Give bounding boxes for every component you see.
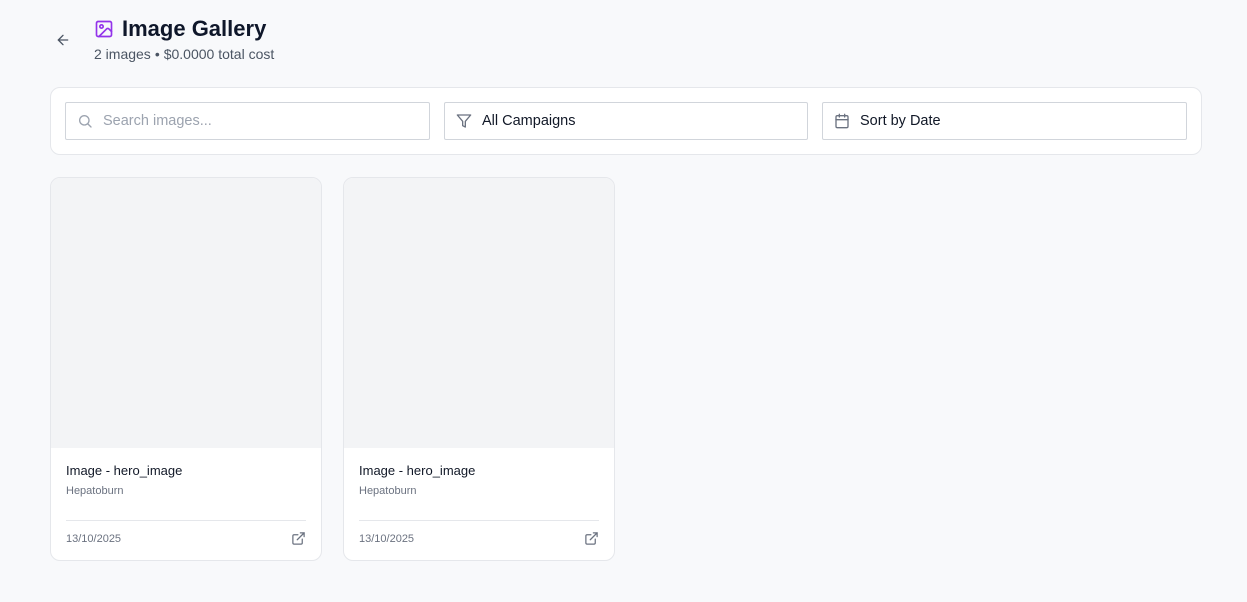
page-title: Image Gallery [122, 16, 267, 41]
image-count: 2 images [94, 46, 151, 62]
filter-icon [456, 113, 472, 129]
image-icon [94, 19, 114, 39]
card-campaign: Hepatoburn [359, 485, 417, 497]
filter-bar: All Campaigns Sort by Date [50, 87, 1202, 155]
card-divider [66, 520, 306, 521]
card-title: Image - hero_image [66, 463, 183, 478]
page-header: Image Gallery [94, 16, 266, 42]
card-campaign: Hepatoburn [66, 485, 124, 497]
image-gallery-page: Image Gallery 2 images • $0.0000 total c… [0, 0, 1247, 602]
search-input[interactable] [103, 113, 403, 129]
arrow-left-icon [57, 34, 69, 46]
card-title: Image - hero_image [359, 463, 476, 478]
sort-select-value: Sort by Date [860, 113, 941, 129]
image-thumbnail[interactable] [344, 178, 614, 448]
external-link-icon[interactable] [291, 531, 307, 547]
total-cost: $0.0000 total cost [163, 46, 275, 62]
campaign-select[interactable]: All Campaigns [444, 102, 808, 140]
search-icon [77, 113, 93, 129]
card-date: 13/10/2025 [359, 533, 415, 545]
image-card[interactable]: Image - hero_image Hepatoburn 13/10/2025 [343, 177, 615, 561]
sort-select[interactable]: Sort by Date [822, 102, 1187, 140]
summary-separator: • [154, 46, 160, 62]
campaign-select-value: All Campaigns [482, 113, 576, 129]
card-divider [359, 520, 599, 521]
search-field[interactable] [65, 102, 430, 140]
card-date: 13/10/2025 [66, 533, 122, 545]
back-button[interactable] [52, 29, 74, 51]
image-card[interactable]: Image - hero_image Hepatoburn 13/10/2025 [50, 177, 322, 561]
external-link-icon[interactable] [584, 531, 600, 547]
image-thumbnail[interactable] [51, 178, 321, 448]
calendar-icon [834, 113, 850, 129]
gallery-summary: 2 images • $0.0000 total cost [94, 46, 274, 62]
